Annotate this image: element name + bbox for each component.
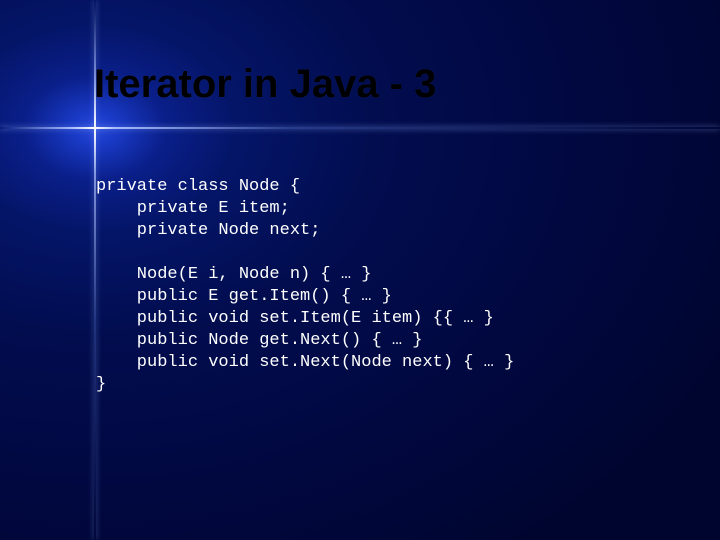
code-line: private Node next;: [96, 221, 320, 240]
code-line: public E get.Item() { … }: [96, 287, 392, 306]
code-line: }: [96, 375, 106, 394]
code-line: private E item;: [96, 199, 290, 218]
slide-title: Iterator in Java - 3: [94, 62, 436, 107]
code-block: private class Node { private E item; pri…: [96, 176, 514, 396]
slide: Iterator in Java - 3 private class Node …: [0, 0, 720, 540]
code-line: private class Node {: [96, 177, 300, 196]
code-line: public Node get.Next() { … }: [96, 331, 422, 350]
decorative-flare-horizontal: [0, 127, 720, 129]
code-line: public void set.Next(Node next) { … }: [96, 353, 514, 372]
code-line: public void set.Item(E item) {{ … }: [96, 309, 494, 328]
code-line: Node(E i, Node n) { … }: [96, 265, 371, 284]
